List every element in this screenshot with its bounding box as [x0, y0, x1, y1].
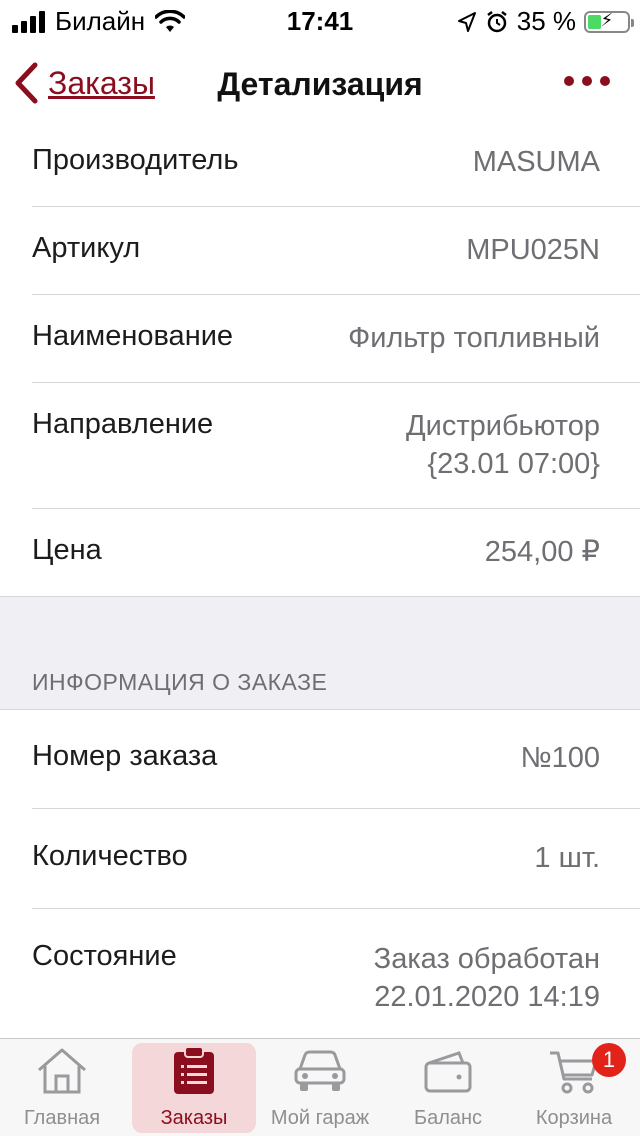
tab-label: Баланс: [413, 1107, 483, 1129]
tab-label: Мой гараж: [270, 1107, 370, 1129]
order-value: №100: [520, 742, 601, 774]
location-icon: [457, 11, 476, 32]
detail-value: MASUMA: [472, 146, 600, 178]
tab-label: Главная: [23, 1107, 101, 1129]
order-value: 1 шт.: [534, 842, 600, 874]
order-row-quantity: Количество 1 шт.: [32, 809, 640, 909]
car-icon: [258, 1043, 382, 1099]
clipboard-icon: [132, 1043, 256, 1099]
tab-bar: Главная Заказы Мой гараж Баланс Корзина …: [0, 1038, 640, 1136]
detail-row-article: Артикул MPU025N: [32, 207, 640, 295]
section-separator: ИНФОРМАЦИЯ О ЗАКАЗЕ: [0, 596, 640, 710]
detail-value-line1: Дистрибьютор: [406, 410, 600, 442]
tab-balance[interactable]: Баланс: [386, 1043, 510, 1133]
detail-value: 254,00 ₽: [484, 536, 600, 568]
more-dot-icon: [600, 76, 610, 86]
detail-value: MPU025N: [466, 234, 600, 266]
tab-label: Корзина: [535, 1107, 613, 1129]
order-label: Количество: [32, 840, 188, 872]
cart-badge: 1: [592, 1043, 626, 1077]
tab-orders[interactable]: Заказы: [132, 1043, 256, 1133]
detail-row-direction: Направление Дистрибьютор {23.01 07:00}: [32, 383, 640, 509]
detail-label: Наименование: [32, 320, 234, 352]
more-dot-icon: [564, 76, 574, 86]
more-dot-icon: [582, 76, 592, 86]
detail-row-name: Наименование Фильтр топливный: [32, 295, 640, 383]
detail-value: Фильтр топливный: [348, 322, 600, 354]
section-header: ИНФОРМАЦИЯ О ЗАКАЗЕ: [32, 669, 328, 695]
order-row-number: Номер заказа №100: [32, 710, 640, 809]
status-right: 35 % ⚡: [457, 6, 634, 37]
order-label: Состояние: [32, 940, 177, 972]
status-bar: Билайн 17:41 35 % ⚡: [0, 0, 640, 40]
navigation-bar: Заказы Детализация: [0, 40, 640, 130]
detail-row-manufacturer: Производитель MASUMA: [32, 118, 640, 207]
tab-home[interactable]: Главная: [0, 1043, 124, 1133]
detail-label: Цена: [32, 534, 102, 566]
order-value-line2: 22.01.2020 14:19: [374, 981, 600, 1013]
detail-label: Артикул: [32, 232, 141, 264]
tab-garage[interactable]: Мой гараж: [258, 1043, 382, 1133]
detail-label: Направление: [32, 408, 214, 440]
wallet-icon: [386, 1043, 510, 1099]
tab-label: Заказы: [160, 1107, 228, 1129]
alarm-icon: [486, 10, 507, 32]
order-value-line1: Заказ обработан: [373, 943, 600, 975]
page-title: Детализация: [217, 66, 423, 102]
order-row-status: Состояние Заказ обработан 22.01.2020 14:…: [32, 909, 640, 1037]
detail-row-price: Цена 254,00 ₽: [32, 509, 640, 597]
home-icon: [0, 1043, 124, 1099]
more-options-button[interactable]: [564, 76, 610, 86]
detail-value-line2: {23.01 07:00}: [427, 448, 600, 480]
battery-icon: ⚡: [584, 10, 634, 33]
order-label: Номер заказа: [32, 740, 218, 772]
detail-label: Производитель: [32, 144, 239, 176]
tab-cart[interactable]: Корзина 1: [512, 1043, 636, 1133]
battery-percent: 35 %: [516, 6, 576, 36]
